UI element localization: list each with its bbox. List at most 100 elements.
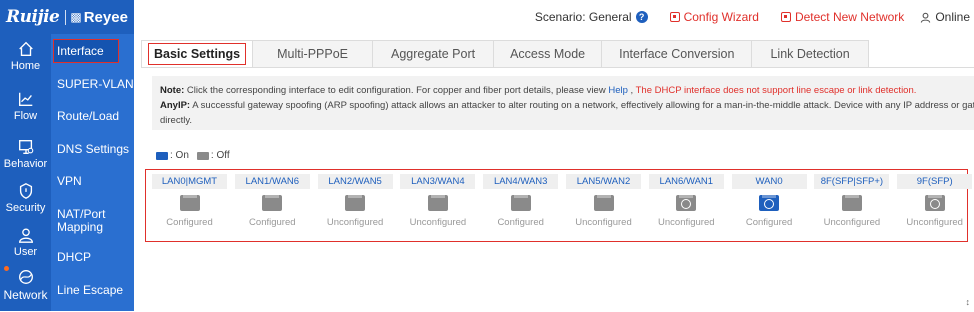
nav-user-label: User xyxy=(0,246,51,258)
tab-aggregate-port[interactable]: Aggregate Port xyxy=(373,40,494,68)
nav-flow[interactable]: Flow xyxy=(0,84,51,134)
port-status: Configured xyxy=(732,217,807,228)
port-status: Configured xyxy=(152,217,227,228)
port-panel: LAN0|MGMTConfiguredLAN1/WAN6ConfiguredLA… xyxy=(145,169,968,242)
legend-off: : Off xyxy=(197,150,230,161)
nav-network[interactable]: Network xyxy=(0,262,51,312)
port-lan3-wan4[interactable]: LAN3/WAN4Unconfigured xyxy=(400,174,475,238)
port-off-icon xyxy=(197,152,209,160)
port-name: LAN2/WAN5 xyxy=(318,174,393,189)
logo-divider xyxy=(65,10,66,25)
ethernet-port-icon xyxy=(594,195,614,211)
port-name: LAN6/WAN1 xyxy=(649,174,724,189)
tab-multi-pppoe[interactable]: Multi-PPPoE xyxy=(253,40,373,68)
submenu-vpn[interactable]: VPN xyxy=(51,175,134,188)
top-bar: Ruijie ▩ Reyee Scenario: General ? Confi… xyxy=(0,0,974,34)
tab-link-detection[interactable]: Link Detection xyxy=(752,40,868,68)
submenu-nat-port-mapping[interactable]: NAT/Port Mapping xyxy=(51,208,117,234)
port-lan0-mgmt[interactable]: LAN0|MGMT Configured xyxy=(152,174,227,238)
fiber-port-icon xyxy=(676,195,696,211)
scenario-label: Scenario: General xyxy=(535,10,632,24)
nav-behavior-label: Behavior xyxy=(0,158,51,170)
submenu-super-vlan[interactable]: SUPER-VLAN xyxy=(51,78,134,91)
nav-security[interactable]: Security xyxy=(0,176,51,226)
tab-basic-settings[interactable]: Basic Settings xyxy=(141,40,253,68)
nav-behavior[interactable]: Behavior xyxy=(0,132,51,182)
detect-icon xyxy=(781,12,791,22)
network-submenu: Interface SUPER-VLAN Route/Load DNS Sett… xyxy=(51,34,134,311)
port-name: LAN4/WAN3 xyxy=(483,174,558,189)
notice-panel: Note: Click the corresponding interface … xyxy=(152,76,974,130)
product-name: Reyee xyxy=(84,9,128,26)
chart-icon xyxy=(17,90,35,108)
note-text: Click the corresponding interface to edi… xyxy=(187,85,606,96)
ethernet-port-icon xyxy=(428,195,448,211)
help-icon[interactable]: ? xyxy=(636,11,648,23)
port-legend: : On : Off xyxy=(156,150,230,161)
port-status: Unconfigured xyxy=(897,217,972,228)
detect-network-link[interactable]: Detect New Network xyxy=(781,10,904,24)
nav-home[interactable]: Home xyxy=(0,34,51,84)
submenu-line-escape[interactable]: Line Escape xyxy=(51,284,134,297)
globe-icon xyxy=(17,268,35,286)
port-name: LAN0|MGMT xyxy=(152,174,227,189)
port-status: Configured xyxy=(235,217,310,228)
port-status: Configured xyxy=(483,217,558,228)
port-lan1-wan6[interactable]: LAN1/WAN6 Configured xyxy=(235,174,310,238)
port-name: WAN0 xyxy=(732,174,807,189)
anyip-text: A successful gateway spoofing (ARP spoof… xyxy=(192,100,974,111)
wizard-icon xyxy=(670,12,680,22)
port-status: Unconfigured xyxy=(649,217,724,228)
note-label: Note: xyxy=(160,85,184,96)
ethernet-port-icon xyxy=(180,195,200,211)
ethernet-port-icon xyxy=(262,195,282,211)
brand-logo[interactable]: Ruijie ▩ Reyee xyxy=(0,0,134,34)
port-name: LAN1/WAN6 xyxy=(235,174,310,189)
port-on-icon xyxy=(156,152,168,160)
anyip-line: AnyIP: A successful gateway spoofing (AR… xyxy=(160,98,966,113)
product-logo: ▩ Reyee xyxy=(70,9,128,26)
port-lan5-wan2[interactable]: LAN5/WAN2Unconfigured xyxy=(566,174,641,238)
monitor-icon xyxy=(17,138,35,156)
port-8f-sfp-sfp[interactable]: 8F(SFP|SFP+)Unconfigured xyxy=(814,174,889,238)
header-actions: Scenario: General ? Config Wizard Detect… xyxy=(535,0,974,34)
online-status[interactable]: Online xyxy=(920,10,970,24)
home-icon xyxy=(17,40,35,58)
submenu-interface[interactable]: Interface xyxy=(53,39,119,63)
sfp-globe-icon xyxy=(681,199,691,209)
ethernet-port-icon xyxy=(511,195,531,211)
port-lan6-wan1[interactable]: LAN6/WAN1 Unconfigured xyxy=(649,174,724,238)
tab-access-mode[interactable]: Access Mode xyxy=(494,40,602,68)
scenario-selector[interactable]: Scenario: General ? xyxy=(535,10,648,24)
legend-on-label: : On xyxy=(170,150,189,161)
port-status: Unconfigured xyxy=(400,217,475,228)
help-link[interactable]: Help xyxy=(608,85,628,96)
note-line: Note: Click the corresponding interface … xyxy=(160,83,966,98)
port-status: Unconfigured xyxy=(566,217,641,228)
sfp-globe-icon xyxy=(930,199,940,209)
port-9f-sfp[interactable]: 9F(SFP)Unconfigured xyxy=(897,174,972,238)
shield-icon xyxy=(17,182,35,200)
main-nav-rail: Home Flow Behavior Security User xyxy=(0,34,51,311)
resize-handle-icon[interactable]: ↕ xyxy=(966,297,971,307)
dhcp-warning: The DHCP interface does not support line… xyxy=(636,85,917,96)
anyip-line-continued: directly. xyxy=(160,113,966,128)
port-name: 8F(SFP|SFP+) xyxy=(814,174,889,189)
nav-security-label: Security xyxy=(0,202,51,214)
port-lan4-wan3[interactable]: LAN4/WAN3 Configured xyxy=(483,174,558,238)
sfp-globe-icon xyxy=(764,199,774,209)
port-status: Unconfigured xyxy=(318,217,393,228)
reyee-mark-icon: ▩ xyxy=(70,10,81,24)
config-wizard-label: Config Wizard xyxy=(684,10,759,24)
submenu-route-load[interactable]: Route/Load xyxy=(51,110,134,123)
user-icon xyxy=(920,12,931,23)
submenu-dns-settings[interactable]: DNS Settings xyxy=(51,143,134,156)
anyip-label: AnyIP: xyxy=(160,100,190,111)
config-wizard-link[interactable]: Config Wizard xyxy=(670,10,759,24)
tab-basic-settings-label: Basic Settings xyxy=(148,43,246,65)
port-lan2-wan5[interactable]: LAN2/WAN5 Unconfigured xyxy=(318,174,393,238)
submenu-dhcp[interactable]: DHCP xyxy=(51,251,134,264)
detect-network-label: Detect New Network xyxy=(795,10,904,24)
port-wan0[interactable]: WAN0 Configured xyxy=(732,174,807,238)
tab-interface-conversion[interactable]: Interface Conversion xyxy=(602,40,752,68)
